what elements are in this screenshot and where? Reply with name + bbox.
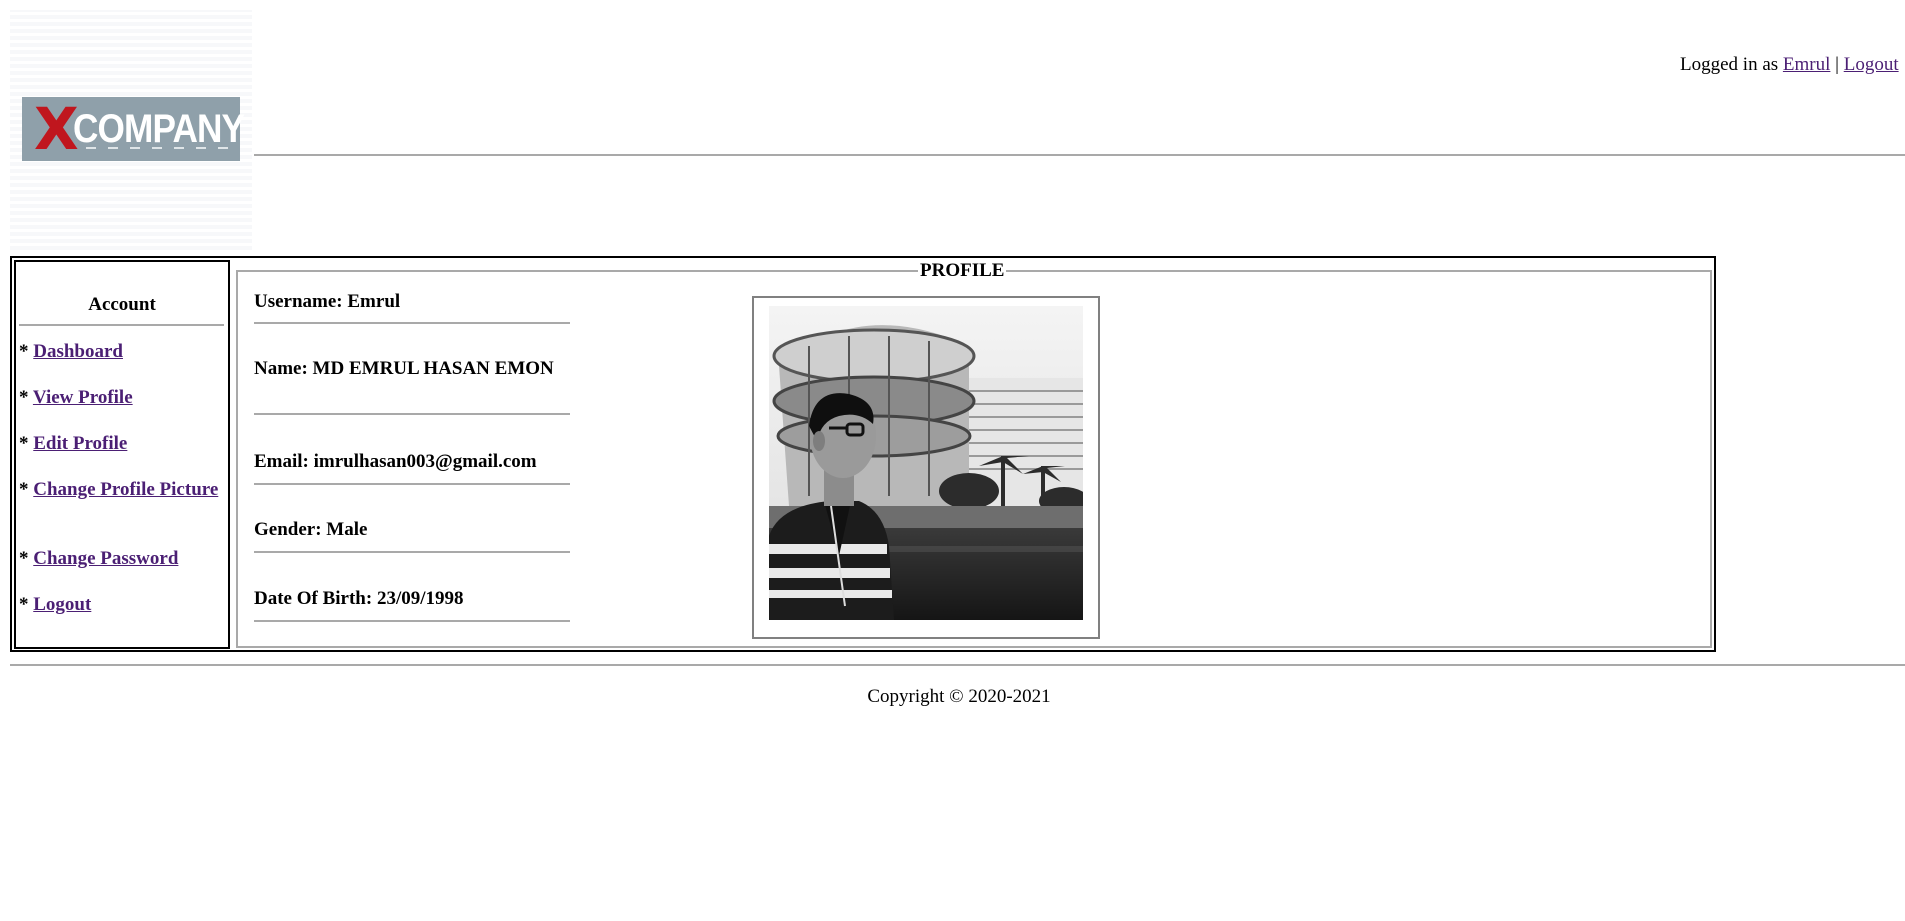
change-password-link[interactable]: Change Password xyxy=(33,548,178,569)
email-field: Email: imrulhasan003@gmail.com xyxy=(254,450,570,485)
field-divider xyxy=(254,413,570,415)
sidebar-item-dashboard: * Dashboard xyxy=(19,340,224,363)
logo-wordmark: COMPANY xyxy=(72,106,245,151)
header-divider xyxy=(254,154,1905,156)
sidebar-title: Account xyxy=(88,294,156,315)
dob-field: Date Of Birth: 23/09/1998 xyxy=(254,587,570,622)
sidebar: Account * Dashboard * View Profile * Edi… xyxy=(14,260,230,649)
gender-value: Gender: Male xyxy=(254,519,368,540)
username-link[interactable]: Emrul xyxy=(1783,54,1831,75)
username-value: Username: Emrul xyxy=(254,291,401,312)
logo-x-mark: X xyxy=(34,95,79,163)
sidebar-item-logout: * Logout xyxy=(19,593,224,616)
header-logout-link[interactable]: Logout xyxy=(1844,54,1899,75)
copyright-text: Copyright © 2020-2021 xyxy=(867,686,1051,707)
field-divider xyxy=(254,620,570,622)
footer-divider xyxy=(10,664,1905,666)
email-value: Email: imrulhasan003@gmail.com xyxy=(254,451,537,472)
name-value: Name: MD EMRUL HASAN EMON xyxy=(254,358,554,379)
field-divider xyxy=(254,551,570,553)
field-divider xyxy=(254,322,570,324)
sidebar-divider xyxy=(19,324,224,326)
company-logo: X COMPANY xyxy=(22,95,245,163)
profile-picture xyxy=(769,306,1083,620)
profile-legend: PROFILE xyxy=(920,260,1005,281)
logo-tagline-decoration xyxy=(86,147,236,149)
menu-bullet: * xyxy=(19,341,29,362)
field-divider xyxy=(254,483,570,485)
menu-bullet: * xyxy=(19,594,29,615)
login-prefix: Logged in as xyxy=(1680,54,1779,75)
dob-value: Date Of Birth: 23/09/1998 xyxy=(254,588,464,609)
view-profile-link[interactable]: View Profile xyxy=(33,387,133,408)
menu-bullet: * xyxy=(19,387,29,408)
menu-bullet: * xyxy=(19,479,29,500)
login-status: Logged in as Emrul | Logout xyxy=(1680,54,1899,76)
login-separator: | xyxy=(1835,54,1839,75)
logo-cell: X COMPANY xyxy=(10,10,252,250)
sidebar-logout-link[interactable]: Logout xyxy=(33,594,91,615)
change-profile-picture-link[interactable]: Change Profile Picture xyxy=(33,479,218,500)
dashboard-link[interactable]: Dashboard xyxy=(33,341,123,362)
edit-profile-link[interactable]: Edit Profile xyxy=(33,433,127,454)
menu-bullet: * xyxy=(19,433,29,454)
username-field: Username: Emrul xyxy=(254,290,570,324)
sidebar-item-change-profile-picture: * Change Profile Picture xyxy=(19,478,224,501)
sidebar-item-view-profile: * View Profile xyxy=(19,386,224,409)
gender-field: Gender: Male xyxy=(254,518,570,553)
sidebar-item-change-password: * Change Password xyxy=(19,547,224,570)
profile-picture-image xyxy=(769,306,1083,620)
sidebar-item-edit-profile: * Edit Profile xyxy=(19,432,224,455)
name-field: Name: MD EMRUL HASAN EMON xyxy=(254,357,570,415)
menu-bullet: * xyxy=(19,548,29,569)
